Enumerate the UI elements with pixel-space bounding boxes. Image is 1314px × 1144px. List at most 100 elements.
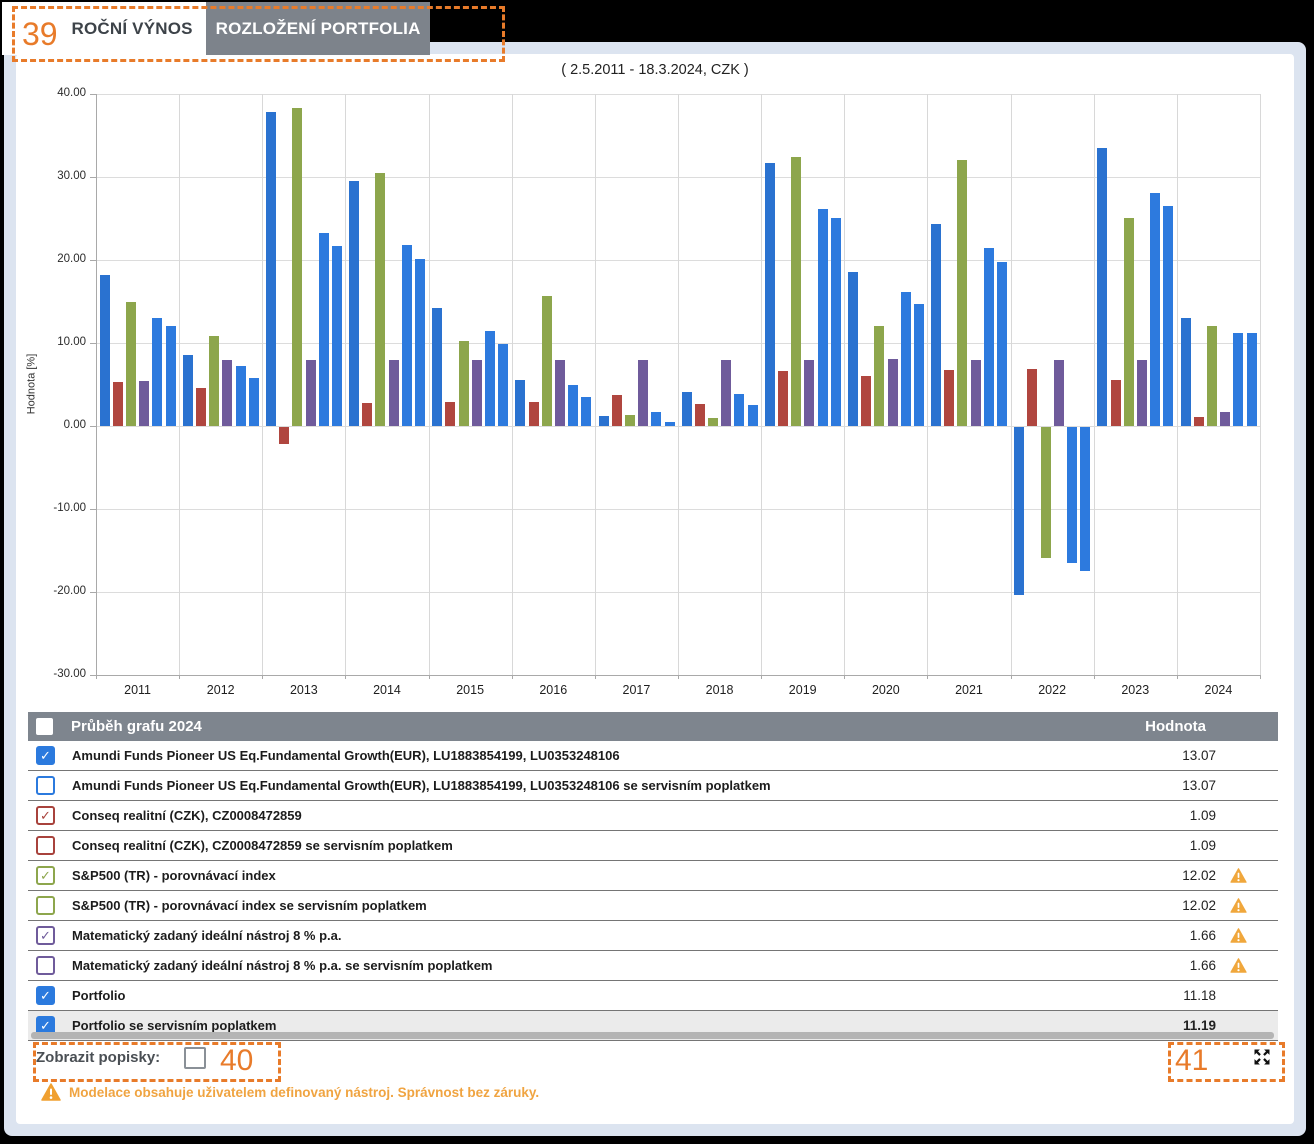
gridline-v	[844, 94, 845, 675]
bar-2017-s1	[612, 395, 622, 426]
bar-2018-s5	[748, 405, 758, 426]
row-checkbox[interactable]: ✓	[36, 926, 55, 945]
bar-2023-s0	[1097, 148, 1107, 426]
bar-2022-s3	[1054, 360, 1064, 426]
bar-2023-s1	[1111, 380, 1121, 426]
legend-row-0[interactable]: ✓Amundi Funds Pioneer US Eq.Fundamental …	[28, 741, 1278, 771]
bar-2014-s2	[375, 173, 385, 426]
bar-2024-s1	[1194, 417, 1204, 426]
bar-2011-s1	[113, 382, 123, 426]
bar-2013-s1	[279, 427, 289, 444]
bar-2011-s4	[152, 318, 162, 426]
x-tick	[1094, 675, 1095, 679]
bar-2012-s3	[222, 360, 232, 426]
gridline-v	[1177, 94, 1178, 675]
gridline-v	[96, 94, 97, 675]
bar-2014-s1	[362, 403, 372, 426]
bar-2012-s2	[209, 336, 219, 426]
legend-row-1[interactable]: Amundi Funds Pioneer US Eq.Fundamental G…	[28, 771, 1278, 801]
row-checkbox[interactable]	[36, 836, 55, 855]
bar-2011-s3	[139, 381, 149, 426]
x-tick	[1011, 675, 1012, 679]
y-tick-label: 30.00	[30, 170, 86, 182]
row-checkbox[interactable]	[36, 776, 55, 795]
warning-triangle-icon	[41, 1083, 61, 1101]
legend-table-header: Průběh grafu 2024 Hodnota	[28, 712, 1278, 741]
x-axis-label: 2024	[1177, 683, 1260, 697]
bar-2014-s5	[415, 259, 425, 426]
row-checkbox[interactable]	[36, 956, 55, 975]
legend-table-title: Průběh grafu 2024	[71, 718, 1026, 735]
bar-2023-s4	[1150, 193, 1160, 426]
bar-2021-s1	[944, 370, 954, 426]
bar-2022-s5	[1080, 427, 1090, 571]
bar-2014-s0	[349, 181, 359, 426]
select-all-checkbox[interactable]	[36, 718, 53, 735]
gridline-v	[595, 94, 596, 675]
bar-2011-s5	[166, 326, 176, 426]
x-axis-label: 2012	[179, 683, 262, 697]
gridline-v	[512, 94, 513, 675]
legend-row-2[interactable]: ✓Conseq realitní (CZK), CZ00084728591.09	[28, 801, 1278, 831]
row-checkbox[interactable]: ✓	[36, 746, 55, 765]
gridline-v	[761, 94, 762, 675]
y-tick-label: -10.00	[30, 502, 86, 514]
bar-2021-s5	[997, 262, 1007, 426]
legend-row-5[interactable]: S&P500 (TR) - porovnávací index se servi…	[28, 891, 1278, 921]
bar-2012-s4	[236, 366, 246, 426]
bar-2024-s0	[1181, 318, 1191, 426]
legend-row-3[interactable]: Conseq realitní (CZK), CZ0008472859 se s…	[28, 831, 1278, 861]
content-area: ( 2.5.2011 - 18.3.2024, CZK ) Hodnota [%…	[16, 54, 1294, 1124]
gridline-v	[1260, 94, 1261, 675]
legend-row-7[interactable]: Matematický zadaný ideální nástroj 8 % p…	[28, 951, 1278, 981]
x-tick	[927, 675, 928, 679]
warning-note-text: Modelace obsahuje uživatelem definovaný …	[69, 1085, 539, 1100]
row-checkbox[interactable]	[36, 896, 55, 915]
row-checkbox[interactable]: ✓	[36, 806, 55, 825]
bar-2017-s5	[665, 422, 675, 426]
bar-2017-s3	[638, 360, 648, 426]
legend-row-8[interactable]: ✓Portfolio11.18	[28, 981, 1278, 1011]
gridline-v	[1011, 94, 1012, 675]
gridline-v	[927, 94, 928, 675]
x-tick	[429, 675, 430, 679]
bar-2022-s2	[1041, 427, 1051, 558]
x-axis-label: 2011	[96, 683, 179, 697]
row-value: 12.02	[1098, 868, 1216, 883]
main-panel: ( 2.5.2011 - 18.3.2024, CZK ) Hodnota [%…	[4, 42, 1306, 1136]
bar-2020-s5	[914, 304, 924, 426]
bar-2016-s1	[529, 402, 539, 426]
bar-2019-s3	[804, 360, 814, 426]
gridline-v	[179, 94, 180, 675]
gridline-v	[262, 94, 263, 675]
bar-2014-s4	[402, 245, 412, 426]
expand-icon[interactable]	[1252, 1047, 1272, 1067]
bar-2023-s5	[1163, 206, 1173, 426]
row-checkbox[interactable]: ✓	[36, 866, 55, 885]
bar-2015-s2	[459, 341, 469, 426]
row-value: 1.09	[1098, 838, 1216, 853]
horizontal-scrollbar[interactable]	[31, 1032, 1274, 1039]
row-value: 1.09	[1098, 808, 1216, 823]
bar-2020-s2	[874, 326, 884, 426]
row-checkbox[interactable]: ✓	[36, 986, 55, 1005]
row-label: S&P500 (TR) - porovnávací index	[72, 868, 1098, 883]
y-tick-label: 10.00	[30, 336, 86, 348]
x-axis-label: 2016	[512, 683, 595, 697]
gridline-v	[678, 94, 679, 675]
bar-2018-s2	[708, 418, 718, 426]
x-tick	[678, 675, 679, 679]
gridline-v	[429, 94, 430, 675]
bar-2011-s2	[126, 302, 136, 426]
bar-2018-s0	[682, 392, 692, 426]
bar-2024-s2	[1207, 326, 1217, 426]
bar-2020-s3	[888, 359, 898, 426]
legend-row-6[interactable]: ✓Matematický zadaný ideální nástroj 8 % …	[28, 921, 1278, 951]
gridline-v	[1094, 94, 1095, 675]
value-column-header: Hodnota	[1026, 718, 1278, 735]
annotation-number-41: 41	[1175, 1046, 1208, 1076]
bar-2016-s0	[515, 380, 525, 426]
legend-row-4[interactable]: ✓ S&P500 (TR) - porovnávací index12.02	[28, 861, 1278, 891]
annotation-number-39: 39	[22, 18, 58, 50]
bar-2020-s1	[861, 376, 871, 426]
